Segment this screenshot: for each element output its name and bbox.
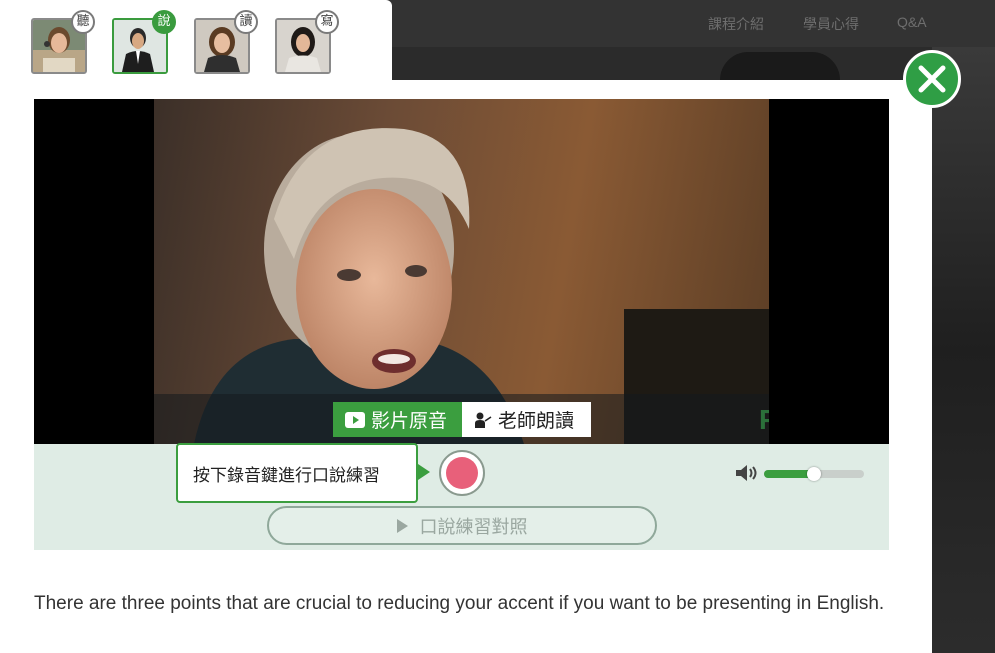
record-icon <box>446 457 478 489</box>
original-audio-button[interactable]: 影片原音 <box>333 402 462 437</box>
background-decoration <box>720 52 840 80</box>
video-speaker-image <box>154 128 769 444</box>
podium-watermark: PODIUM <box>759 404 769 436</box>
tab-badge-speaking: 說 <box>152 10 176 34</box>
play-video-icon <box>345 411 365 428</box>
close-button[interactable] <box>903 50 961 108</box>
original-audio-label: 影片原音 <box>371 411 448 432</box>
tab-badge-reading: 讀 <box>234 10 258 34</box>
play-icon <box>396 518 408 533</box>
audio-mode-toggle: 影片原音 老師朗讀 <box>333 402 591 437</box>
transcript-text: There are three points that are crucial … <box>34 593 885 614</box>
nav-item-course-intro[interactable]: 課程介紹 <box>708 14 764 34</box>
video-frame: PODIUM <box>154 99 769 444</box>
volume-slider[interactable] <box>764 467 864 481</box>
close-icon <box>918 65 946 93</box>
volume-icon[interactable] <box>735 464 759 482</box>
tab-badge-listening: 聽 <box>71 10 95 34</box>
record-button[interactable] <box>439 450 485 496</box>
video-player[interactable]: PODIUM <box>34 99 889 444</box>
record-hint-text: 按下錄音鍵進行口說練習 <box>193 465 380 485</box>
teacher-reading-label: 老師朗讀 <box>498 411 575 432</box>
nav-item-student-feedback[interactable]: 學員心得 <box>803 14 859 34</box>
compare-playback-label: 口說練習對照 <box>419 516 528 537</box>
nav-item-faq[interactable]: Q&A <box>897 14 927 30</box>
background-image-strip <box>932 47 995 653</box>
record-hint-tooltip: 按下錄音鍵進行口說練習 <box>176 443 418 503</box>
volume-knob[interactable] <box>807 467 821 481</box>
teacher-reading-button[interactable]: 老師朗讀 <box>462 402 591 437</box>
compare-playback-button[interactable]: 口說練習對照 <box>267 506 657 545</box>
hint-pointer <box>418 464 430 480</box>
tab-badge-writing: 寫 <box>315 10 339 34</box>
teacher-icon <box>475 412 492 428</box>
skill-tabs-panel: 聽 說 讀 寫 <box>0 0 392 80</box>
